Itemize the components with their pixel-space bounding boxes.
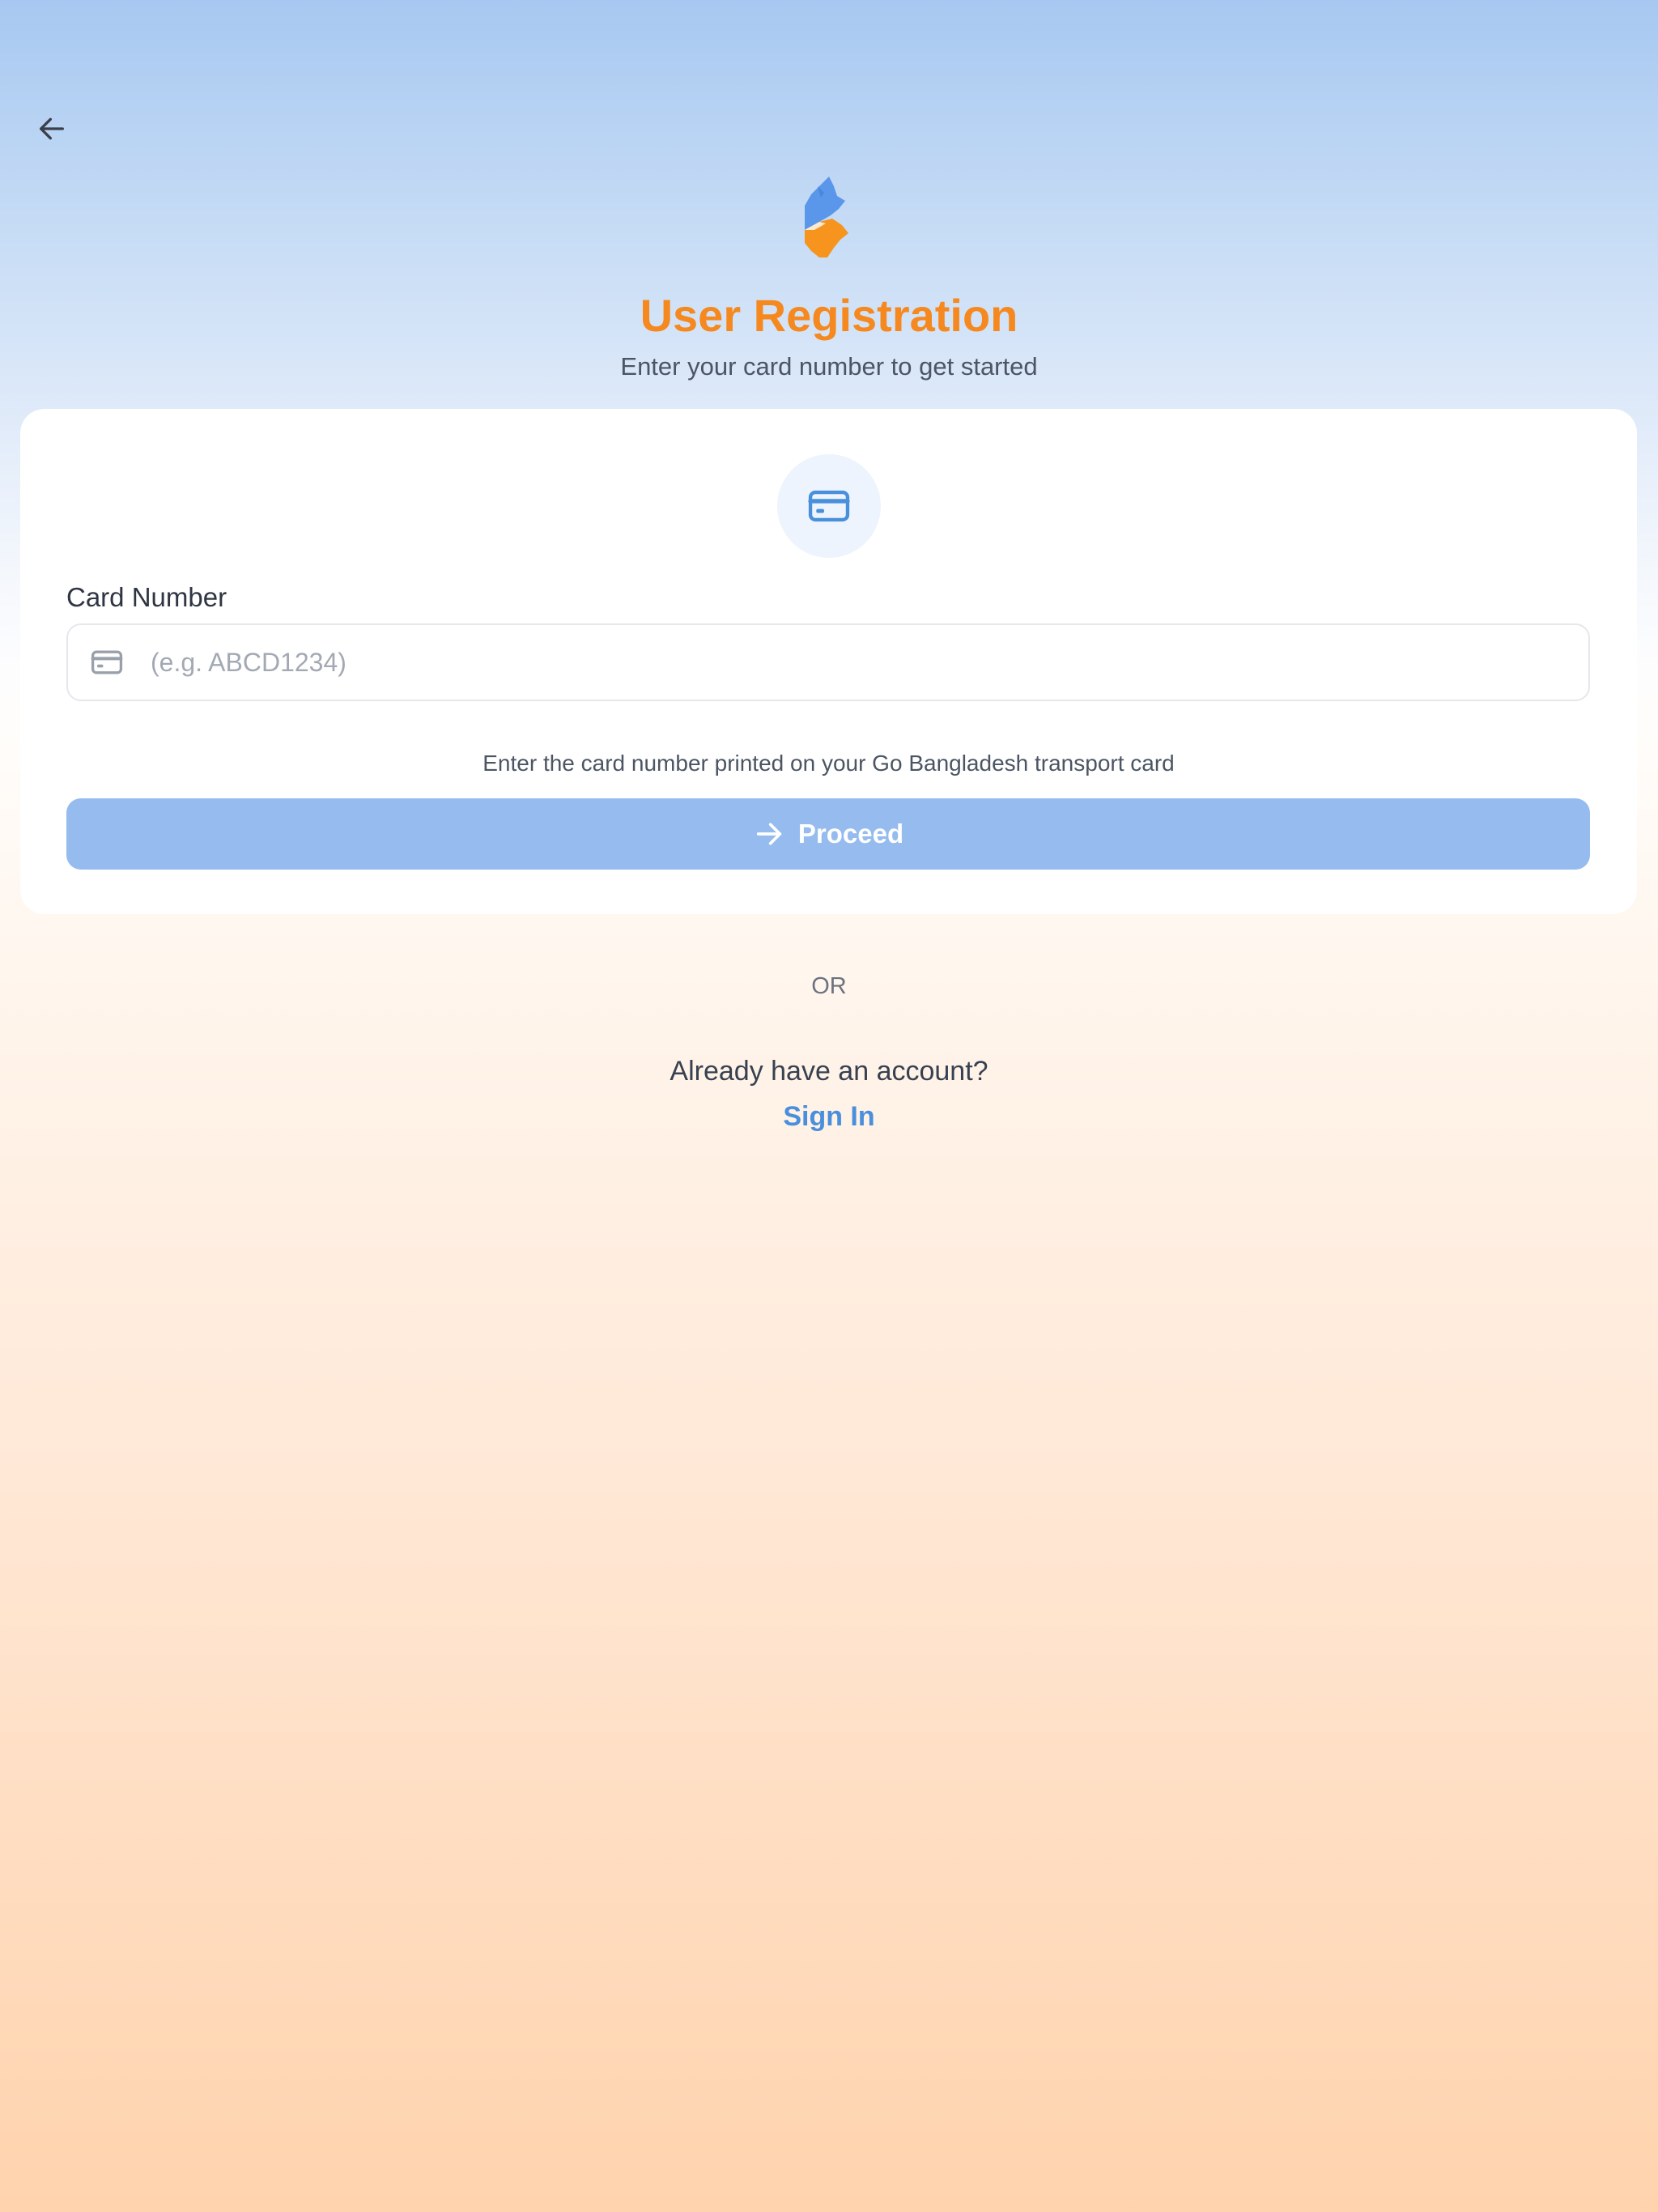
sign-in-link[interactable]: Sign In [748,1097,910,1136]
proceed-button[interactable]: Proceed [66,798,1590,870]
registration-card: Card Number Enter the card number printe… [20,409,1637,914]
card-icon-badge [777,454,881,558]
arrow-left-icon [40,117,65,140]
go-bangladesh-logo [805,177,848,257]
card-number-input[interactable] [149,629,1588,696]
card-number-field[interactable] [66,623,1590,701]
proceed-label: Proceed [797,819,904,849]
back-button[interactable] [29,106,74,151]
page-subtitle: Enter your card number to get started [620,352,1038,381]
credit-card-icon [89,644,125,680]
card-number-label: Card Number [66,582,227,612]
page-title: User Registration [640,290,1018,341]
account-prompt: Already have an account? [670,1056,988,1087]
credit-card-icon [808,490,850,522]
helper-text: Enter the card number printed on your Go… [483,751,1175,776]
or-divider: OR [811,973,847,999]
arrow-right-icon [756,823,782,845]
